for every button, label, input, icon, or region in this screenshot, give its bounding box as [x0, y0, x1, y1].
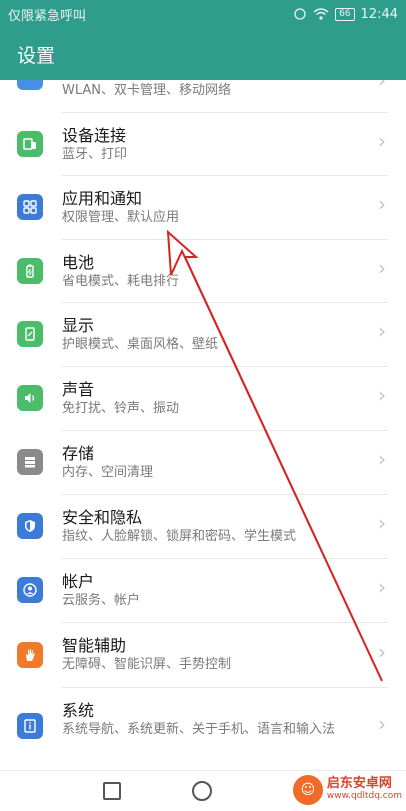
watermark-url: www.qdltdq.com	[326, 791, 402, 801]
settings-item-display[interactable]: 显示 护眼模式、桌面风格、壁纸 ›	[0, 303, 406, 366]
display-icon	[17, 321, 43, 347]
chevron-right-icon: ›	[378, 383, 386, 407]
settings-item-subtitle: 免打扰、铃声、振动	[62, 401, 180, 416]
chevron-right-icon: ›	[378, 575, 386, 599]
hd-icon	[294, 8, 306, 20]
settings-item-title: 安全和隐私	[62, 508, 143, 527]
chevron-right-icon: ›	[378, 129, 386, 153]
settings-item-title: 显示	[62, 316, 95, 335]
storage-icon	[17, 449, 43, 475]
settings-item-battery[interactable]: 电池 省电模式、耗电排行 ›	[0, 240, 406, 302]
chevron-right-icon: ›	[378, 192, 386, 216]
settings-item-network[interactable]: WLAN、双卡管理、移动网络 ›	[0, 80, 406, 112]
recent-apps-button[interactable]	[103, 782, 121, 800]
settings-item-subtitle: 无障碍、智能识屏、手势控制	[62, 657, 232, 672]
carrier-text: 仅限紧急呼叫	[8, 8, 87, 24]
chevron-right-icon: ›	[378, 80, 386, 92]
settings-item-storage[interactable]: 存储 内存、空间清理 ›	[0, 431, 406, 494]
chevron-right-icon: ›	[378, 712, 386, 736]
settings-item-subtitle: WLAN、双卡管理、移动网络	[62, 83, 232, 98]
settings-item-subtitle: 蓝牙、打印	[62, 147, 128, 162]
settings-item-smart-assist[interactable]: 智能辅助 无障碍、智能识屏、手势控制 ›	[0, 623, 406, 687]
wifi-icon	[313, 8, 329, 20]
chevron-right-icon: ›	[378, 447, 386, 471]
settings-item-title: 设备连接	[62, 126, 127, 145]
settings-item-subtitle: 省电模式、耗电排行	[62, 274, 180, 289]
apps-grid-icon	[17, 194, 43, 220]
chevron-right-icon: ›	[378, 640, 386, 664]
system-info-icon	[17, 713, 43, 739]
settings-item-apps[interactable]: 应用和通知 权限管理、默认应用 ›	[0, 176, 406, 239]
settings-item-title: 声音	[62, 380, 95, 399]
network-icon	[17, 80, 43, 90]
speaker-icon	[17, 385, 43, 411]
watermark: ☺ 启东安卓网 www.qdltdq.com	[292, 772, 402, 808]
settings-item-security[interactable]: 安全和隐私 指纹、人脸解锁、锁屏和密码、学生模式 ›	[0, 495, 406, 558]
settings-item-title: 存储	[62, 444, 95, 463]
settings-item-sound[interactable]: 声音 免打扰、铃声、振动 ›	[0, 367, 406, 430]
settings-item-title: 电池	[62, 253, 95, 272]
chevron-right-icon: ›	[378, 511, 386, 535]
chevron-right-icon: ›	[378, 319, 386, 343]
device-connection-icon	[17, 131, 43, 157]
settings-item-title: 系统	[62, 701, 95, 720]
status-icons: 66 12:44	[293, 7, 398, 22]
settings-item-subtitle: 权限管理、默认应用	[62, 210, 180, 225]
home-button[interactable]	[192, 781, 212, 801]
settings-item-title: 帐户	[62, 572, 95, 591]
settings-item-title: 智能辅助	[62, 636, 127, 655]
account-icon	[17, 577, 43, 603]
hand-icon	[17, 642, 43, 668]
shield-icon	[17, 513, 43, 539]
chevron-right-icon: ›	[378, 256, 386, 280]
settings-item-subtitle: 内存、空间清理	[62, 465, 154, 480]
page-title: 设置	[0, 28, 406, 80]
battery-icon	[17, 258, 43, 284]
status-bar: 仅限紧急呼叫 66 12:44	[0, 0, 406, 28]
settings-item-device-connection[interactable]: 设备连接 蓝牙、打印 ›	[0, 113, 406, 175]
watermark-name: 启东安卓网	[326, 776, 392, 791]
settings-item-account[interactable]: 帐户 云服务、帐户 ›	[0, 559, 406, 622]
watermark-text: 启东安卓网 www.qdltdq.com	[327, 777, 402, 803]
battery-level: 66	[335, 7, 355, 21]
clock: 12:44	[360, 6, 398, 22]
settings-list: WLAN、双卡管理、移动网络 › 设备连接 蓝牙、打印 › 应用和通知 权限管理…	[0, 80, 406, 770]
settings-item-subtitle: 指纹、人脸解锁、锁屏和密码、学生模式	[62, 529, 297, 544]
settings-item-subtitle: 云服务、帐户	[62, 593, 141, 608]
settings-item-system[interactable]: 系统 系统导航、系统更新、关于手机、语言和输入法 ›	[0, 688, 406, 770]
settings-item-subtitle: 系统导航、系统更新、关于手机、语言和输入法	[62, 722, 336, 737]
settings-item-title: 应用和通知	[62, 189, 143, 208]
watermark-logo-icon: ☺	[292, 775, 323, 805]
settings-item-subtitle: 护眼模式、桌面风格、壁纸	[62, 337, 219, 352]
